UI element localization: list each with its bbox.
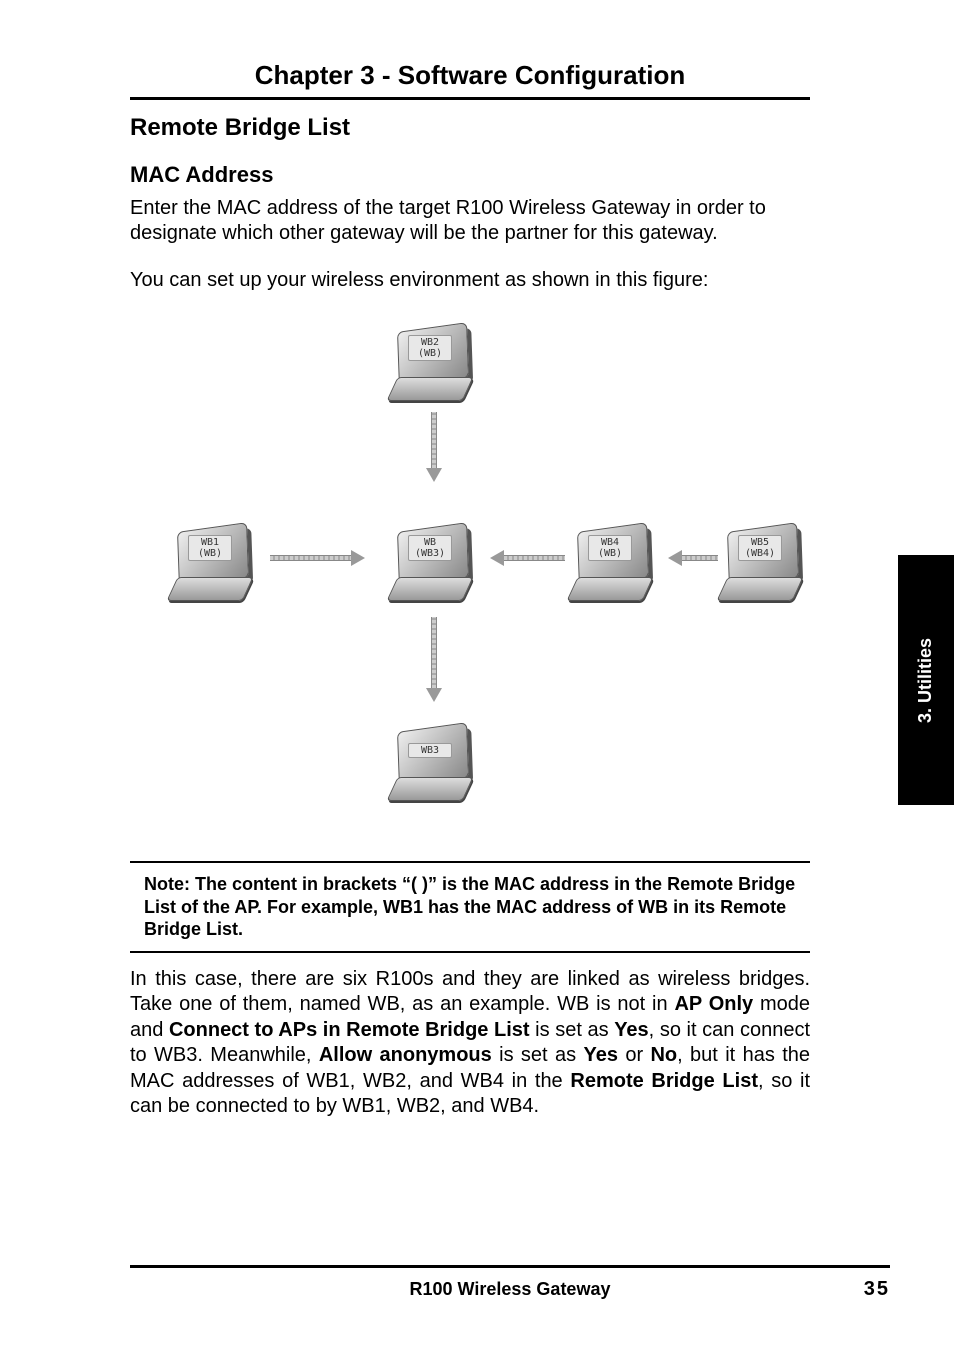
chapter-title: Chapter 3 - Software Configuration — [130, 60, 810, 100]
device-wb: WB(WB3) — [390, 517, 480, 607]
device-wb4-label-top: WB4 — [589, 537, 631, 548]
device-wb5: WB5(WB4) — [720, 517, 810, 607]
paragraph-intro-1: Enter the MAC address of the target R100… — [130, 196, 810, 246]
section-heading: Remote Bridge List — [130, 114, 810, 142]
body-paragraph: In this case, there are six R100s and th… — [130, 967, 810, 1121]
body-bold-allow-anon: Allow anonymous — [319, 1044, 492, 1066]
device-wb1-label-bottom: (WB) — [189, 548, 231, 559]
device-wb2: WB2(WB) — [390, 317, 480, 407]
paragraph-intro-2: You can set up your wireless environment… — [130, 268, 810, 293]
note-box: Note: The content in brackets “( )” is t… — [130, 861, 810, 953]
device-wb1-label-top: WB1 — [189, 537, 231, 548]
device-wb3-label-top: WB3 — [409, 745, 451, 756]
device-wb-label-bottom: (WB3) — [409, 548, 451, 559]
arrow-wb5-to-wb4 — [668, 552, 718, 564]
body-bold-yes1: Yes — [614, 1019, 648, 1041]
device-wb5-label-top: WB5 — [739, 537, 781, 548]
body-bold-connect: Connect to APs in Remote Bridge List — [169, 1019, 530, 1041]
device-wb1: WB1(WB) — [170, 517, 260, 607]
arrow-wb2-to-wb — [428, 412, 440, 482]
arrow-wb4-to-wb — [490, 552, 565, 564]
body-bold-remote-bridge: Remote Bridge List — [570, 1070, 758, 1092]
arrow-wb1-to-wb — [270, 552, 365, 564]
arrow-wb-to-wb3 — [428, 617, 440, 702]
device-wb2-label-top: WB2 — [409, 337, 451, 348]
subsection-heading: MAC Address — [130, 162, 810, 188]
body-text: or — [618, 1044, 651, 1066]
side-tab-label: 3. Utilities — [916, 637, 937, 722]
footer-page-number: 35 — [830, 1278, 890, 1301]
footer-title: R100 Wireless Gateway — [190, 1279, 830, 1300]
side-tab: 3. Utilities — [898, 555, 954, 805]
device-wb5-label-bottom: (WB4) — [739, 548, 781, 559]
device-wb-label-top: WB — [409, 537, 451, 548]
body-bold-no: No — [650, 1044, 677, 1066]
body-text: is set as — [530, 1019, 615, 1041]
device-wb4-label-bottom: (WB) — [589, 548, 631, 559]
page-footer: R100 Wireless Gateway 35 — [130, 1265, 890, 1301]
topology-figure: WB2(WB) WB1(WB) WB(WB3) — [130, 317, 810, 837]
body-bold-yes2: Yes — [583, 1044, 617, 1066]
body-text: is set as — [492, 1044, 584, 1066]
device-wb3: WB3 — [390, 717, 480, 807]
device-wb2-label-bottom: (WB) — [409, 348, 451, 359]
device-wb4: WB4(WB) — [570, 517, 660, 607]
body-bold-ap-only: AP Only — [674, 993, 753, 1015]
